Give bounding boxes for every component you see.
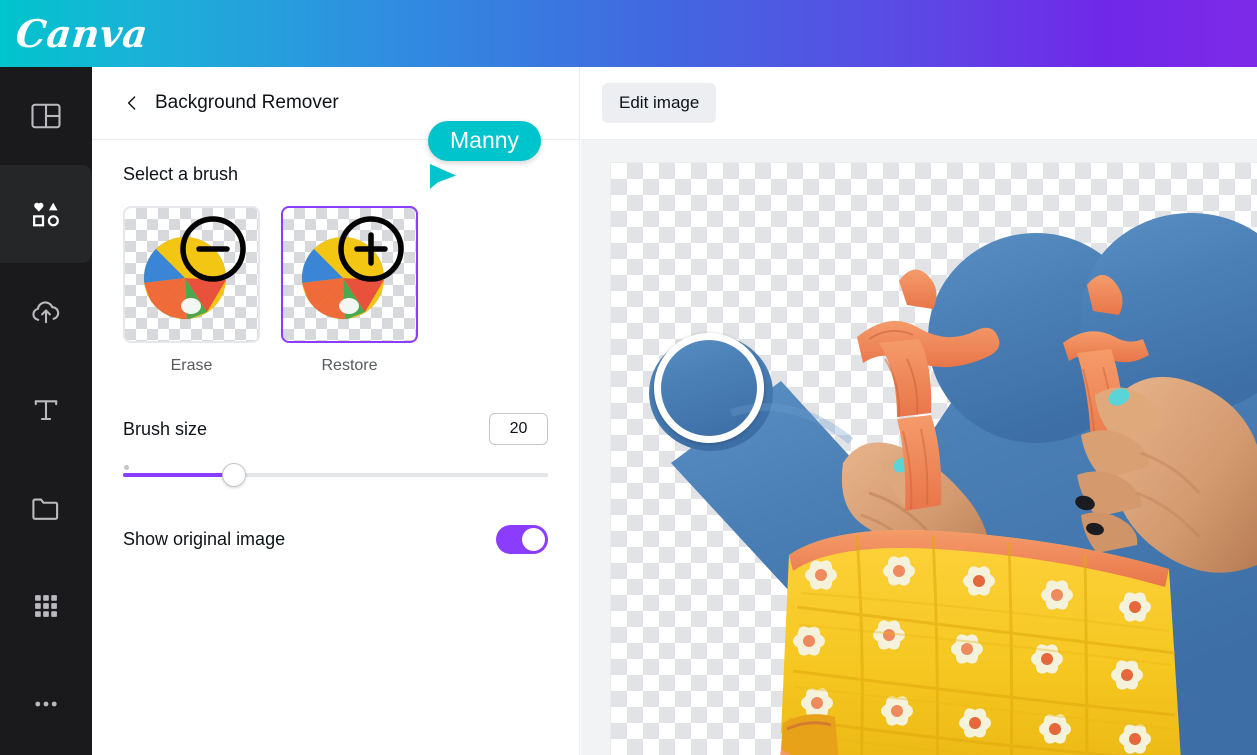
text-t-icon [28, 392, 64, 428]
show-original-label: Show original image [123, 529, 286, 549]
restore-label: Restore [321, 357, 378, 374]
canva-logo[interactable]: Canva [14, 11, 150, 56]
sidebar-item-uploads[interactable] [0, 263, 92, 361]
image-work-area: Edit image [581, 67, 1257, 755]
sidebar-item-text[interactable] [0, 361, 92, 459]
beach-ball-restore-thumbnail [301, 216, 404, 320]
canva-editor: Canva Background Remover Select a brush … [0, 0, 1257, 755]
image-toolbar: Edit image [581, 67, 1257, 140]
slider-handle[interactable] [221, 463, 246, 487]
sidebar-item-projects[interactable] [0, 459, 92, 557]
top-brand-bar: Canva [0, 0, 1257, 67]
show-original-row: Show original image [123, 525, 548, 554]
slider-min-dot [124, 465, 129, 470]
chevron-left-icon[interactable] [123, 94, 141, 112]
left-icon-rail [0, 67, 92, 755]
grid-apps-icon [29, 589, 63, 623]
canvas-stage [581, 140, 1257, 755]
select-brush-label: Select a brush [123, 164, 239, 184]
show-original-toggle[interactable] [496, 525, 548, 554]
layout-panels-icon [28, 98, 64, 134]
restore-card[interactable] [281, 206, 418, 343]
brush-size-slider[interactable] [123, 457, 548, 487]
sidebar-item-design[interactable] [0, 67, 92, 165]
brush-options: Erase Restore [123, 206, 548, 375]
beach-ball-erase-thumbnail [143, 216, 246, 320]
sidebar-item-apps[interactable] [0, 557, 92, 655]
brush-size-row: Brush size [123, 413, 548, 445]
cloud-upload-icon [28, 294, 64, 330]
toggle-knob [522, 528, 545, 551]
erase-card[interactable] [123, 206, 260, 343]
sidebar-item-elements[interactable] [0, 165, 92, 263]
slider-fill [123, 473, 234, 477]
folder-icon [28, 490, 64, 526]
page-title: Background Remover [155, 92, 339, 113]
background-remover-panel: Background Remover Select a brush Erase … [92, 67, 580, 755]
edit-image-button[interactable]: Edit image [602, 83, 717, 123]
panel-header: Background Remover [92, 67, 579, 140]
edited-image [649, 213, 1257, 755]
brush-option-erase[interactable]: Erase [123, 206, 260, 375]
shapes-icon [28, 196, 64, 232]
ellipsis-icon [29, 687, 63, 721]
brush-size-label: Brush size [123, 418, 208, 439]
erase-label: Erase [170, 357, 213, 374]
image-canvas[interactable] [611, 163, 1257, 755]
sidebar-item-more[interactable] [0, 655, 92, 753]
panel-body: Select a brush Erase Restore Brush size … [92, 140, 579, 554]
brush-option-restore[interactable]: Restore [281, 206, 418, 375]
brush-size-input[interactable] [489, 413, 548, 445]
